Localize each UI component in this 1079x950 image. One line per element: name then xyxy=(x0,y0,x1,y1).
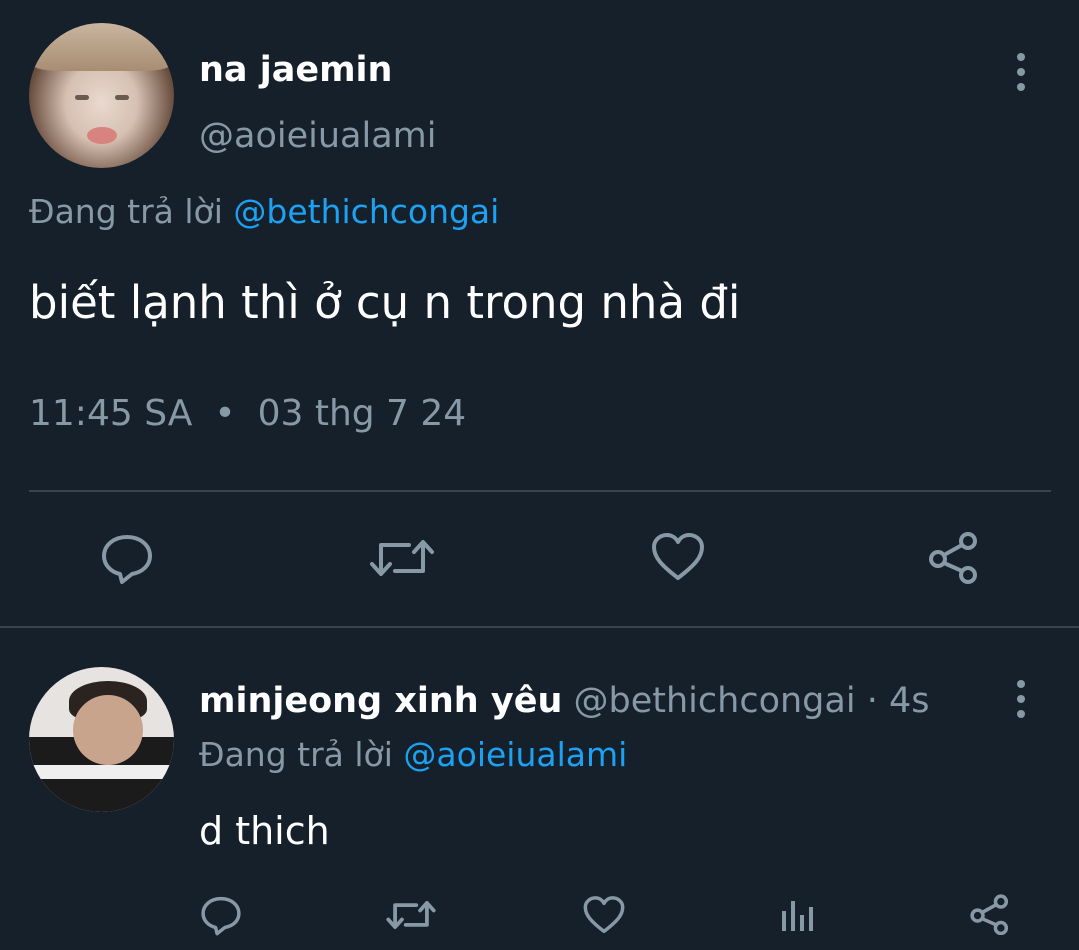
reply-author-name[interactable]: minjeong xinh yêu xyxy=(199,681,562,721)
reply-tweet-age: 4s xyxy=(889,681,930,721)
tweet-text: biết lạnh thì ở cụ n trong nhà đi xyxy=(29,276,741,329)
more-options-icon[interactable] xyxy=(1016,680,1026,718)
analytics-icon[interactable] xyxy=(779,897,815,933)
retweet-icon[interactable] xyxy=(369,533,435,583)
retweet-icon[interactable] xyxy=(386,896,436,934)
avatar-eye xyxy=(75,95,89,100)
timestamp-separator: • xyxy=(214,393,236,434)
reply-author-handle[interactable]: @bethichcongai xyxy=(574,681,856,721)
avatar-hair xyxy=(29,23,174,71)
more-options-icon[interactable] xyxy=(1016,53,1026,91)
reply-mention-link[interactable]: @bethichcongai xyxy=(233,192,499,231)
replying-to-label: Đang trả lời xyxy=(29,192,223,231)
avatar-lips xyxy=(87,127,117,144)
avatar-stripe xyxy=(29,765,174,779)
reply-icon[interactable] xyxy=(200,894,242,936)
like-icon[interactable] xyxy=(651,532,705,582)
tweet-time: 11:45 SA xyxy=(29,393,193,434)
like-icon[interactable] xyxy=(583,895,625,935)
replying-to-line: Đang trả lời @aoieiualami xyxy=(199,735,627,774)
author-avatar[interactable] xyxy=(29,23,174,168)
share-icon[interactable] xyxy=(969,893,1011,935)
replying-to-label: Đang trả lời xyxy=(199,735,393,774)
author-handle[interactable]: @aoieiualami xyxy=(199,116,436,156)
reply-tweet-header: minjeong xinh yêu @bethichcongai · 4s xyxy=(199,681,930,721)
reply-author-avatar[interactable] xyxy=(29,667,174,812)
avatar-eye xyxy=(115,95,129,100)
divider xyxy=(29,490,1051,492)
tweet-timestamp[interactable]: 11:45 SA • 03 thg 7 24 xyxy=(29,393,466,434)
reply-mention-link[interactable]: @aoieiualami xyxy=(403,735,627,774)
reply-tweet-text: d thich xyxy=(199,809,330,853)
reply-icon[interactable] xyxy=(100,531,154,585)
meta-separator: · xyxy=(866,681,878,721)
avatar-face xyxy=(73,695,143,765)
replying-to-line: Đang trả lời @bethichcongai xyxy=(29,192,499,231)
share-icon[interactable] xyxy=(927,530,981,584)
tweet-divider xyxy=(0,626,1079,628)
tweet-date: 03 thg 7 24 xyxy=(257,393,467,434)
author-name[interactable]: na jaemin xyxy=(199,50,392,90)
